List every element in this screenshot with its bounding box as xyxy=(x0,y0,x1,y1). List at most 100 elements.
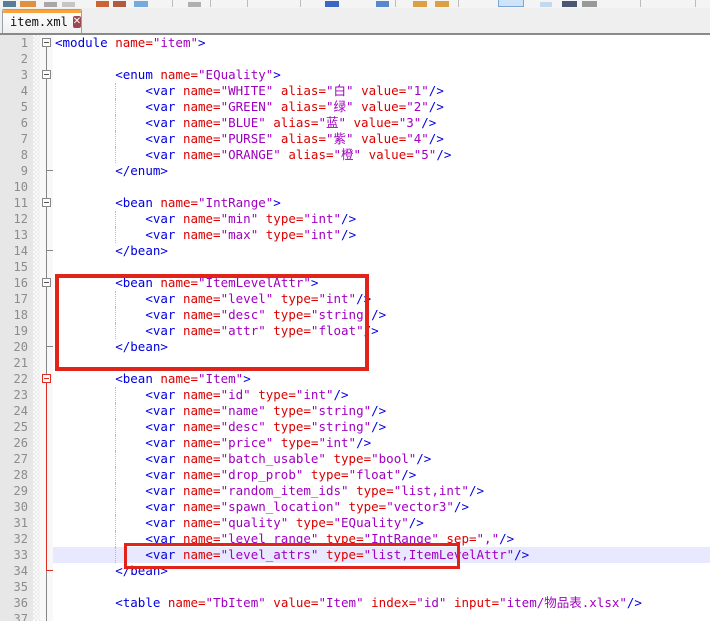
fold-margin[interactable] xyxy=(40,243,53,259)
code-text[interactable]: <table name="TbItem" value="Item" index=… xyxy=(53,595,710,611)
bookmark-margin[interactable] xyxy=(33,355,40,371)
bookmark-margin[interactable] xyxy=(33,227,40,243)
fold-margin[interactable] xyxy=(40,483,53,499)
fold-margin[interactable] xyxy=(40,515,53,531)
fold-margin[interactable] xyxy=(40,147,53,163)
fold-toggle-icon[interactable] xyxy=(42,374,51,383)
toolbar-icon-fragment[interactable] xyxy=(325,1,339,7)
bookmark-margin[interactable] xyxy=(33,179,40,195)
bookmark-margin[interactable] xyxy=(33,515,40,531)
code-text[interactable]: <var name="desc" type="string"/> xyxy=(53,307,710,323)
fold-margin[interactable] xyxy=(40,403,53,419)
toolbar-icon-fragment[interactable] xyxy=(96,1,109,7)
fold-margin[interactable] xyxy=(40,179,53,195)
toolbar-icon-fragment[interactable] xyxy=(44,2,57,7)
fold-margin[interactable] xyxy=(40,371,53,387)
fold-margin[interactable] xyxy=(40,259,53,275)
bookmark-margin[interactable] xyxy=(33,307,40,323)
fold-margin[interactable] xyxy=(40,355,53,371)
code-text[interactable]: <var name="WHITE" alias="白" value="1"/> xyxy=(53,83,710,99)
tab-close-icon[interactable]: ✕ xyxy=(73,16,81,28)
fold-margin[interactable] xyxy=(40,323,53,339)
code-text[interactable] xyxy=(53,259,710,275)
fold-toggle-icon[interactable] xyxy=(42,198,51,207)
fold-margin[interactable] xyxy=(40,99,53,115)
code-text[interactable]: </bean> xyxy=(53,339,710,355)
bookmark-margin[interactable] xyxy=(33,451,40,467)
fold-toggle-icon[interactable] xyxy=(42,70,51,79)
code-text[interactable]: <var name="attr" type="float"/> xyxy=(53,323,710,339)
bookmark-margin[interactable] xyxy=(33,579,40,595)
bookmark-margin[interactable] xyxy=(33,435,40,451)
toolbar-icon-fragment[interactable] xyxy=(113,1,126,7)
fold-margin[interactable] xyxy=(40,579,53,595)
bookmark-margin[interactable] xyxy=(33,195,40,211)
bookmark-margin[interactable] xyxy=(33,531,40,547)
code-text[interactable]: <var name="max" type="int"/> xyxy=(53,227,710,243)
bookmark-margin[interactable] xyxy=(33,611,40,621)
fold-margin[interactable] xyxy=(40,387,53,403)
fold-margin[interactable] xyxy=(40,227,53,243)
bookmark-margin[interactable] xyxy=(33,323,40,339)
tab-item-xml[interactable]: item.xml ✕ xyxy=(2,9,82,33)
code-text[interactable]: <var name="min" type="int"/> xyxy=(53,211,710,227)
code-text[interactable]: <var name="GREEN" alias="绿" value="2"/> xyxy=(53,99,710,115)
fold-margin[interactable] xyxy=(40,339,53,355)
code-text[interactable]: </enum> xyxy=(53,163,710,179)
code-text[interactable]: <enum name="EQuality"> xyxy=(53,67,710,83)
fold-margin[interactable] xyxy=(40,467,53,483)
bookmark-margin[interactable] xyxy=(33,275,40,291)
fold-margin[interactable] xyxy=(40,83,53,99)
code-text[interactable]: </bean> xyxy=(53,563,710,579)
bookmark-margin[interactable] xyxy=(33,131,40,147)
code-text[interactable]: <var name="quality" type="EQuality"/> xyxy=(53,515,710,531)
toolbar-icon-fragment[interactable] xyxy=(435,1,449,7)
code-text[interactable]: <module name="item"> xyxy=(53,35,710,51)
bookmark-margin[interactable] xyxy=(33,499,40,515)
code-text[interactable]: <var name="spawn_location" type="vector3… xyxy=(53,499,710,515)
fold-margin[interactable] xyxy=(40,211,53,227)
bookmark-margin[interactable] xyxy=(33,259,40,275)
toolbar-icon-fragment[interactable] xyxy=(413,1,427,7)
fold-margin[interactable] xyxy=(40,51,53,67)
code-text[interactable] xyxy=(53,355,710,371)
bookmark-margin[interactable] xyxy=(33,483,40,499)
fold-margin[interactable] xyxy=(40,163,53,179)
code-text[interactable]: <var name="batch_usable" type="bool"/> xyxy=(53,451,710,467)
bookmark-margin[interactable] xyxy=(33,115,40,131)
toolbar-icon-fragment[interactable] xyxy=(582,1,597,7)
code-text[interactable] xyxy=(53,51,710,67)
bookmark-margin[interactable] xyxy=(33,51,40,67)
fold-margin[interactable] xyxy=(40,435,53,451)
toolbar-icon-fragment[interactable] xyxy=(562,1,577,7)
code-text[interactable]: <bean name="Item"> xyxy=(53,371,710,387)
bookmark-margin[interactable] xyxy=(33,67,40,83)
bookmark-margin[interactable] xyxy=(33,547,40,563)
bookmark-margin[interactable] xyxy=(33,595,40,611)
fold-margin[interactable] xyxy=(40,419,53,435)
fold-margin[interactable] xyxy=(40,195,53,211)
bookmark-margin[interactable] xyxy=(33,83,40,99)
bookmark-margin[interactable] xyxy=(33,371,40,387)
fold-margin[interactable] xyxy=(40,563,53,579)
bookmark-margin[interactable] xyxy=(33,163,40,179)
toolbar-icon-fragment[interactable] xyxy=(134,1,148,7)
fold-margin[interactable] xyxy=(40,499,53,515)
fold-margin[interactable] xyxy=(40,291,53,307)
fold-margin[interactable] xyxy=(40,307,53,323)
code-text[interactable]: <var name="random_item_ids" type="list,i… xyxy=(53,483,710,499)
code-text[interactable]: <bean name="IntRange"> xyxy=(53,195,710,211)
bookmark-margin[interactable] xyxy=(33,403,40,419)
toolbar-icon-fragment[interactable] xyxy=(3,1,16,7)
code-text[interactable]: <var name="drop_prob" type="float"/> xyxy=(53,467,710,483)
toolbar-icon-fragment[interactable] xyxy=(20,1,36,7)
bookmark-margin[interactable] xyxy=(33,99,40,115)
fold-margin[interactable] xyxy=(40,275,53,291)
bookmark-margin[interactable] xyxy=(33,35,40,51)
code-text[interactable]: <var name="level_attrs" type="list,ItemL… xyxy=(53,547,710,563)
bookmark-margin[interactable] xyxy=(33,387,40,403)
bookmark-margin[interactable] xyxy=(33,147,40,163)
fold-margin[interactable] xyxy=(40,115,53,131)
toolbar-icon-fragment[interactable] xyxy=(62,2,75,7)
bookmark-margin[interactable] xyxy=(33,339,40,355)
